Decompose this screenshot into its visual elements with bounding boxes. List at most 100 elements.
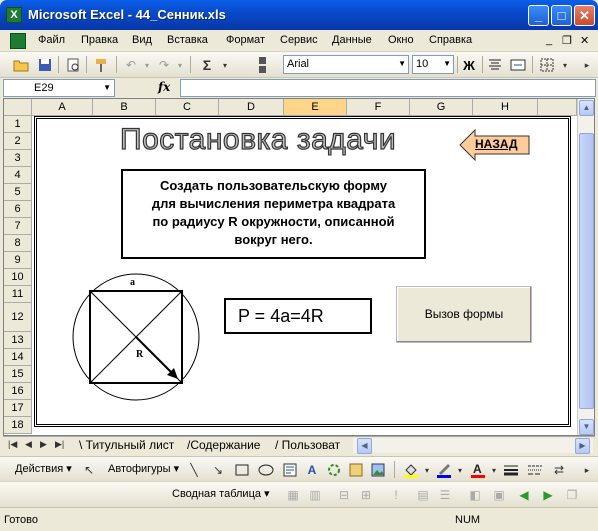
column-header[interactable]: A [32, 99, 93, 116]
autoshapes-menu[interactable]: Автофигуры ▾ [108, 462, 179, 475]
font-size-select[interactable]: 10 ▼ [412, 55, 454, 74]
row-header[interactable]: 13 [4, 332, 32, 349]
doc-close-icon[interactable]: ✕ [580, 34, 589, 47]
arrow-right-icon[interactable]: ▶ [539, 486, 557, 504]
column-header[interactable]: D [219, 99, 284, 116]
row-header[interactable]: 6 [4, 201, 32, 218]
diagram-tool-icon[interactable] [325, 461, 343, 479]
column-header[interactable]: C [156, 99, 219, 116]
row-header[interactable]: 12 [4, 303, 32, 332]
line-style-icon[interactable] [502, 461, 520, 479]
row-header[interactable]: 8 [4, 235, 32, 252]
name-box[interactable]: E29 ▼ [3, 79, 115, 97]
maximize-button[interactable]: □ [551, 5, 572, 26]
pivot-table-menu[interactable]: Сводная таблица ▾ [172, 487, 270, 500]
scroll-right-icon[interactable]: ▶ [575, 438, 590, 454]
line-tool-icon[interactable]: ╲ [185, 461, 203, 479]
sheet-tab-user[interactable]: / Пользоват [271, 437, 344, 454]
row-header[interactable]: 10 [4, 269, 32, 286]
textbox-tool-icon[interactable] [281, 461, 299, 479]
chevron-down-icon[interactable]: ▾ [485, 461, 503, 479]
menu-help[interactable]: Справка [429, 34, 472, 46]
menu-tools[interactable]: Сервис [280, 34, 318, 46]
row-header[interactable]: 7 [4, 218, 32, 235]
worksheet-grid[interactable]: A B C D E F G H 1 2 3 4 5 6 7 8 9 10 11 12 13 14 15 16 1… [3, 98, 595, 436]
sheet-tab-title[interactable]: \ Титульный лист [75, 437, 178, 454]
row-header[interactable]: 4 [4, 167, 32, 184]
oval-tool-icon[interactable] [257, 461, 275, 479]
column-header-selected[interactable]: E [284, 99, 347, 116]
menu-insert[interactable]: Вставка [167, 34, 208, 46]
chevron-down-icon[interactable]: ▾ [451, 461, 469, 479]
select-all-corner[interactable] [4, 99, 32, 116]
select-pointer-icon[interactable]: ↖ [80, 461, 98, 479]
toolbar-grip-icon[interactable] [258, 55, 268, 75]
vertical-scroll-thumb[interactable] [579, 133, 594, 409]
autosum-dropdown-icon[interactable]: ▾ [216, 56, 234, 74]
row-header[interactable]: 16 [4, 383, 32, 400]
save-icon[interactable] [36, 56, 54, 74]
doc-restore-icon[interactable]: ❐ [562, 34, 572, 47]
column-header[interactable]: F [347, 99, 410, 116]
workbook-icon[interactable] [10, 33, 26, 49]
next-sheet-icon[interactable]: ▶ [40, 439, 47, 450]
open-folder-icon[interactable] [12, 56, 30, 74]
arrow-left-icon[interactable]: ◀ [515, 486, 533, 504]
scroll-up-icon[interactable]: ▲ [579, 100, 594, 116]
redo-dropdown-icon[interactable]: ▾ [171, 56, 189, 74]
toolbar-options-icon[interactable]: ▸ [578, 56, 596, 74]
row-header[interactable]: 5 [4, 184, 32, 201]
borders-dropdown-icon[interactable]: ▾ [556, 56, 574, 74]
row-header[interactable]: 1 [4, 116, 32, 133]
row-header[interactable]: 3 [4, 150, 32, 167]
vertical-scrollbar[interactable]: ▲ ▼ [577, 99, 594, 435]
menu-data[interactable]: Данные [332, 34, 372, 46]
merge-center-icon[interactable] [509, 56, 527, 74]
prev-sheet-icon[interactable]: ◀ [25, 439, 32, 450]
menu-file[interactable]: Файл [38, 34, 65, 46]
row-header[interactable]: 11 [4, 286, 32, 303]
font-name-select[interactable]: Arial ▼ [283, 55, 409, 74]
row-header[interactable]: 2 [4, 133, 32, 150]
row-header[interactable]: 9 [4, 252, 32, 269]
clipart-icon[interactable] [347, 461, 365, 479]
menu-format[interactable]: Формат [226, 34, 265, 46]
row-header[interactable]: 14 [4, 349, 32, 366]
actions-menu[interactable]: Действия ▾ [15, 462, 72, 475]
dash-style-icon[interactable] [526, 461, 544, 479]
row-header[interactable]: 17 [4, 400, 32, 417]
formula-input[interactable] [180, 79, 596, 97]
toolbar-options-icon[interactable]: ▸ [578, 461, 596, 479]
column-header[interactable]: H [473, 99, 538, 116]
arrow-style-icon[interactable]: ⇄ [550, 461, 568, 479]
column-header[interactable]: G [410, 99, 473, 116]
insert-picture-icon[interactable] [369, 461, 387, 479]
column-header[interactable]: B [93, 99, 156, 116]
excel-app-icon[interactable]: X [6, 7, 22, 23]
minimize-button[interactable]: _ [528, 5, 549, 26]
format-painter-icon[interactable] [92, 56, 110, 74]
scroll-left-icon[interactable]: ◀ [357, 438, 372, 454]
first-sheet-icon[interactable]: |◀ [8, 439, 17, 450]
chevron-down-icon[interactable]: ▾ [418, 461, 436, 479]
wordart-icon[interactable]: A [303, 461, 321, 479]
print-preview-icon[interactable] [64, 56, 82, 74]
sheet-tab-contents[interactable]: /Содержание [183, 437, 264, 454]
open-form-button[interactable]: Вызов формы [396, 286, 532, 343]
arrow-tool-icon[interactable]: ↘ [209, 461, 227, 479]
close-button[interactable]: ✕ [574, 5, 595, 26]
undo-dropdown-icon[interactable]: ▾ [138, 56, 156, 74]
last-sheet-icon[interactable]: ▶| [55, 439, 64, 450]
align-center-icon[interactable] [486, 56, 504, 74]
bold-button[interactable]: Ж [460, 56, 478, 74]
menu-window[interactable]: Окно [388, 34, 414, 46]
doc-minimize-icon[interactable]: _ [546, 34, 552, 46]
menu-view[interactable]: Вид [132, 34, 152, 46]
column-header[interactable] [538, 99, 577, 116]
scroll-down-icon[interactable]: ▼ [579, 419, 594, 435]
horizontal-scrollbar[interactable]: ◀ ▶ [353, 438, 593, 454]
row-header[interactable]: 18 [4, 417, 32, 434]
borders-icon[interactable] [538, 56, 556, 74]
row-header[interactable]: 15 [4, 366, 32, 383]
function-icon[interactable]: fx [158, 80, 170, 94]
